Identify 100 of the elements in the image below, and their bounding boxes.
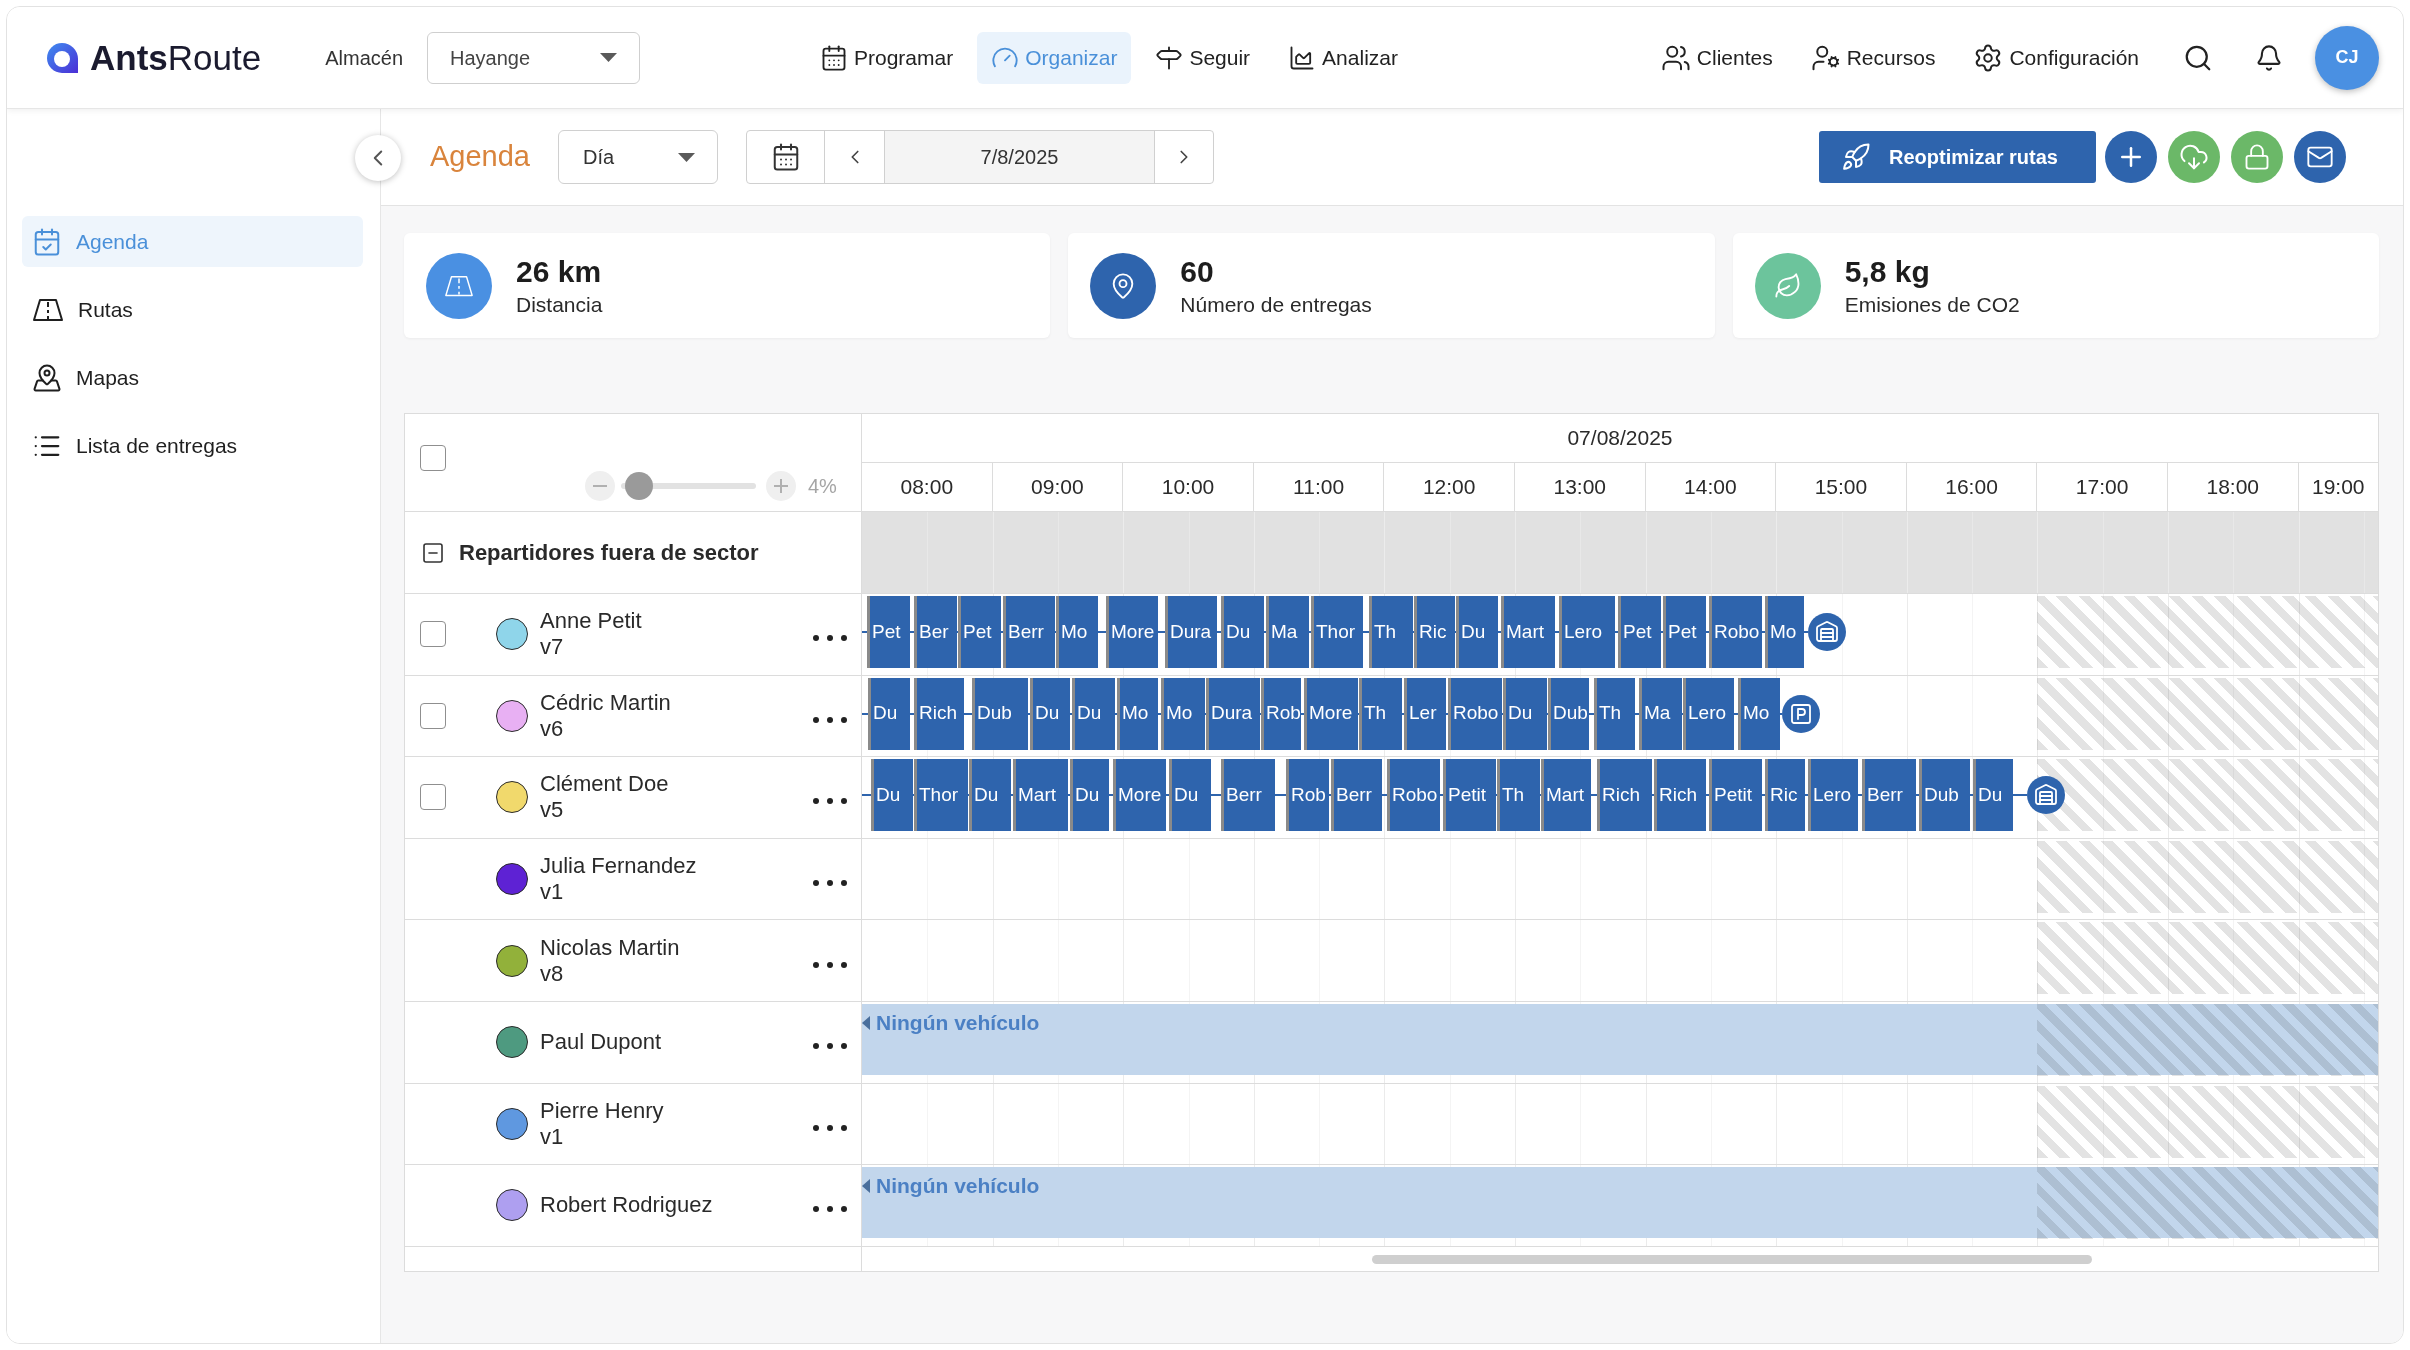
stop-block[interactable]: Lero bbox=[1808, 759, 1858, 832]
stop-block[interactable]: Ric bbox=[1414, 596, 1455, 668]
stop-block[interactable]: Mo bbox=[1765, 596, 1804, 668]
stop-block[interactable]: Ma bbox=[1639, 677, 1682, 750]
stop-block[interactable]: Rob bbox=[1261, 677, 1301, 750]
stop-block[interactable]: Ric bbox=[1765, 759, 1805, 832]
stop-block[interactable]: Du bbox=[1169, 759, 1211, 832]
stop-block[interactable]: Rob bbox=[1286, 759, 1329, 832]
stop-block[interactable]: Robo bbox=[1709, 596, 1762, 668]
add-button[interactable] bbox=[2105, 131, 2157, 183]
stop-block[interactable]: Mo bbox=[1161, 677, 1205, 750]
stop-block[interactable]: Pet bbox=[1663, 596, 1706, 668]
more-icon[interactable] bbox=[813, 716, 847, 723]
sidebar-item[interactable]: Rutas bbox=[22, 284, 363, 335]
view-dropdown[interactable]: Día bbox=[558, 130, 718, 184]
stop-block[interactable]: Du bbox=[1072, 677, 1115, 750]
stop-block[interactable]: Lero bbox=[1559, 596, 1615, 668]
scrollbar-thumb[interactable] bbox=[1372, 1254, 2092, 1264]
stop-block[interactable]: Rich bbox=[1597, 759, 1652, 832]
stop-block[interactable]: Lero bbox=[1683, 677, 1734, 750]
stop-block[interactable]: Berr bbox=[1003, 596, 1055, 668]
nav-tab[interactable]: Programar bbox=[806, 31, 968, 84]
stop-block[interactable]: Mo bbox=[1738, 677, 1780, 750]
stop-block[interactable]: Rich bbox=[914, 677, 964, 750]
bell-icon[interactable] bbox=[2255, 42, 2283, 73]
slider-thumb[interactable] bbox=[625, 472, 654, 500]
email-button[interactable] bbox=[2294, 131, 2346, 183]
sidebar-item[interactable]: Mapas bbox=[22, 352, 363, 403]
reoptimize-button[interactable]: Reoptimizar rutas bbox=[1819, 131, 2096, 183]
select-all-checkbox[interactable] bbox=[420, 445, 446, 471]
more-icon[interactable] bbox=[813, 961, 847, 968]
nav-tab[interactable]: Organizar bbox=[977, 31, 1132, 84]
stop-block[interactable]: Thor bbox=[1311, 596, 1363, 668]
stop-block[interactable]: Robo bbox=[1448, 677, 1502, 750]
driver-name: Robert Rodriguez bbox=[540, 1192, 713, 1219]
stop-block[interactable]: Dub bbox=[972, 677, 1028, 750]
stop-block[interactable]: Mart bbox=[1541, 759, 1591, 832]
garage-icon[interactable] bbox=[2027, 776, 2065, 815]
more-icon[interactable] bbox=[813, 635, 847, 642]
more-icon[interactable] bbox=[813, 798, 847, 805]
schedule-date: 07/08/2025 bbox=[1567, 425, 1673, 452]
row-checkbox[interactable] bbox=[420, 702, 446, 729]
stop-block[interactable]: Robo bbox=[1387, 759, 1440, 832]
stop-block[interactable]: Th bbox=[1359, 677, 1402, 750]
nav-tab[interactable]: Seguir bbox=[1141, 31, 1265, 84]
stop-block[interactable]: Dura bbox=[1165, 596, 1217, 668]
stop-block[interactable]: Berr bbox=[1862, 759, 1916, 832]
nav-link[interactable]: Configuración bbox=[1973, 41, 2139, 74]
stop-block[interactable]: Dub bbox=[1548, 677, 1589, 750]
row-checkbox[interactable] bbox=[420, 621, 446, 648]
stop-block[interactable]: Ma bbox=[1266, 596, 1309, 668]
more-icon[interactable] bbox=[813, 1206, 847, 1213]
nav-tab[interactable]: Analizar bbox=[1274, 31, 1412, 84]
stop-block[interactable]: Th bbox=[1497, 759, 1540, 832]
stop-block[interactable]: Du bbox=[1456, 596, 1498, 668]
stop-block[interactable]: Dub bbox=[1919, 759, 1970, 832]
stop-block[interactable]: Mo bbox=[1117, 677, 1158, 750]
garage-icon[interactable] bbox=[1808, 613, 1846, 651]
stop-block[interactable]: Rich bbox=[1654, 759, 1706, 832]
stop-block[interactable]: Du bbox=[868, 677, 910, 750]
stop-block[interactable]: Mart bbox=[1501, 596, 1555, 668]
minus-square-icon[interactable] bbox=[421, 540, 445, 565]
stop-block[interactable]: Pet bbox=[867, 596, 910, 668]
sidebar-item[interactable]: Lista de entregas bbox=[22, 420, 363, 471]
stop-block[interactable]: Berr bbox=[1331, 759, 1382, 832]
stop-block[interactable]: Pet bbox=[1618, 596, 1661, 668]
stop-block[interactable]: Du bbox=[1030, 677, 1070, 750]
more-icon[interactable] bbox=[813, 880, 847, 887]
stop-block[interactable]: Mo bbox=[1056, 596, 1098, 668]
stop-block[interactable]: Du bbox=[969, 759, 1011, 832]
more-icon[interactable] bbox=[813, 1124, 847, 1131]
stop-block[interactable]: Ber bbox=[914, 596, 957, 668]
stop-block[interactable]: More bbox=[1304, 677, 1358, 750]
hour-label: 09:00 bbox=[1031, 474, 1084, 501]
nav-link[interactable]: Recursos bbox=[1810, 41, 1936, 74]
stop-block[interactable]: Th bbox=[1369, 596, 1413, 668]
stop-block[interactable]: Dura bbox=[1206, 677, 1260, 750]
stop-block[interactable]: Du bbox=[1973, 759, 2013, 832]
stop-block[interactable]: Thor bbox=[914, 759, 968, 832]
stop-block[interactable]: Berr bbox=[1221, 759, 1275, 832]
sidebar-item[interactable]: Agenda bbox=[22, 216, 363, 267]
stop-block[interactable]: Petit bbox=[1709, 759, 1762, 832]
row-checkbox[interactable] bbox=[420, 784, 446, 811]
stop-block[interactable]: Th bbox=[1594, 677, 1635, 750]
stop-block[interactable]: Du bbox=[1221, 596, 1264, 668]
user-avatar[interactable]: CJ bbox=[2315, 25, 2379, 90]
stop-block[interactable]: Pet bbox=[958, 596, 1001, 668]
road-icon bbox=[32, 297, 64, 322]
parking-icon[interactable] bbox=[1782, 694, 1820, 733]
warehouse-dropdown[interactable]: Hayange bbox=[427, 31, 640, 84]
nav-link[interactable]: Clientes bbox=[1660, 41, 1773, 74]
stop-block[interactable]: More bbox=[1106, 596, 1158, 668]
stop-block[interactable]: Du bbox=[1503, 677, 1547, 750]
stop-block[interactable]: Du bbox=[871, 759, 913, 832]
stop-block[interactable]: More bbox=[1113, 759, 1166, 832]
stop-block[interactable]: Du bbox=[1070, 759, 1109, 832]
stop-block[interactable]: Ler bbox=[1404, 677, 1446, 750]
more-icon[interactable] bbox=[813, 1043, 847, 1050]
stop-block[interactable]: Petit bbox=[1443, 759, 1496, 832]
stop-block[interactable]: Mart bbox=[1013, 759, 1068, 832]
